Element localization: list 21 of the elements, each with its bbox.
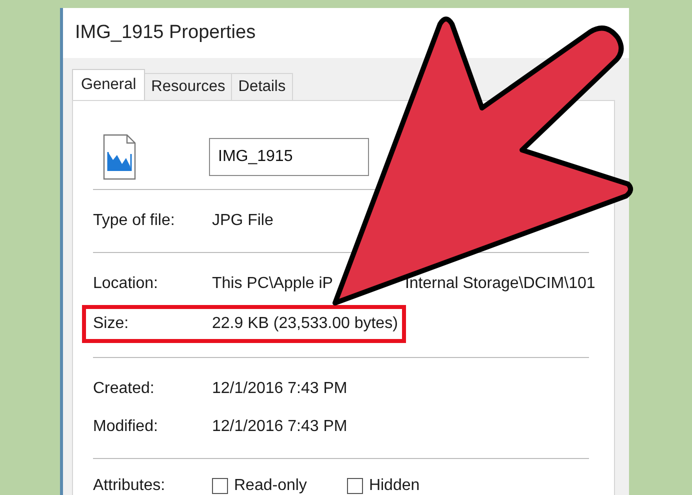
property-label: Modified: xyxy=(93,418,159,436)
checkbox-label: Hidden xyxy=(368,477,420,495)
property-label: Size: xyxy=(93,315,130,333)
property-value: This PC\Apple iP xyxy=(212,275,333,293)
property-label: Type of file: xyxy=(93,212,176,230)
tab[interactable]: Details xyxy=(231,73,293,100)
property-label: Created: xyxy=(93,380,156,398)
property-value: 12/1/2016 7:43 PM xyxy=(212,380,348,398)
property-label: Location: xyxy=(93,275,159,293)
checkbox[interactable] xyxy=(212,478,228,494)
checkbox-label: Read-only xyxy=(234,477,307,495)
property-label: Attributes: xyxy=(93,477,166,495)
image-file-icon xyxy=(101,134,137,180)
property-value: JPG File xyxy=(212,212,274,230)
checkbox[interactable] xyxy=(346,478,363,494)
tab[interactable]: General xyxy=(72,69,146,100)
window-title: IMG_1915 Properties xyxy=(75,22,256,44)
property-value: 12/1/2016 7:43 PM xyxy=(212,418,348,436)
property-value: Internal Storage\DCIM\101 xyxy=(404,275,596,293)
property-value: 22.9 KB (23,533.00 bytes) xyxy=(212,315,398,333)
file-name-field[interactable]: IMG_1915 xyxy=(209,138,369,176)
